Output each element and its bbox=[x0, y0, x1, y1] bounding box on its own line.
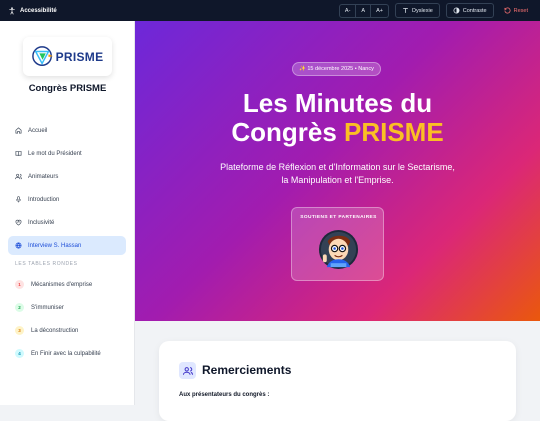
sponsors-card[interactable]: SOUTIENS ET PARTENAIRES bbox=[291, 207, 384, 281]
font-decrease-button[interactable]: A- bbox=[340, 4, 357, 17]
globe-icon bbox=[15, 242, 22, 249]
reset-button[interactable]: Reset bbox=[500, 4, 532, 17]
hero-title-line1: Les Minutes du bbox=[242, 88, 433, 118]
round-table-item-1[interactable]: 1 Mécanismes d'emprise bbox=[8, 275, 126, 294]
dyslexia-button[interactable]: Dyslexie bbox=[394, 3, 440, 18]
contrast-label: Contraste bbox=[462, 7, 487, 14]
round-table-number: 2 bbox=[15, 303, 24, 312]
users-icon bbox=[15, 173, 22, 180]
sidebar-item-introduction[interactable]: Introduction bbox=[8, 190, 126, 209]
sidebar-item-label: Accueil bbox=[28, 127, 48, 134]
heart-handshake-icon bbox=[15, 219, 22, 226]
thanks-text: Aux présentateurs du congrès : bbox=[179, 392, 270, 398]
sidebar-item-accueil[interactable]: Accueil bbox=[8, 121, 126, 140]
sidebar-item-label: Inclusivité bbox=[28, 219, 55, 226]
sidebar: PRISME Congrès PRISME Accueil Le mot du … bbox=[0, 21, 135, 405]
font-size-group: A- A A+ bbox=[338, 3, 389, 18]
accessibility-title: Accessibilité bbox=[8, 6, 57, 15]
round-table-number: 3 bbox=[15, 326, 24, 335]
contrast-button[interactable]: Contraste bbox=[445, 3, 494, 18]
font-increase-button[interactable]: A+ bbox=[371, 5, 388, 17]
sponsors-label: SOUTIENS ET PARTENAIRES bbox=[300, 215, 377, 220]
round-tables-section-title: LES TABLES RONDES bbox=[15, 261, 78, 267]
round-table-item-2[interactable]: 2 S'immuniser bbox=[8, 298, 126, 317]
mic-icon bbox=[16, 196, 21, 203]
sidebar-item-inclusivite[interactable]: Inclusivité bbox=[8, 213, 126, 232]
hero-subtitle-line2: la Manipulation et l'Emprise. bbox=[281, 175, 394, 185]
round-table-item-3[interactable]: 3 La déconstruction bbox=[8, 321, 126, 340]
logo-text: PRISME bbox=[55, 49, 104, 64]
hero-banner: ✨ 15 décembre 2025 • Nancy Les Minutes d… bbox=[135, 21, 540, 321]
contrast-icon bbox=[453, 7, 460, 14]
round-table-label: Mécanismes d'emprise bbox=[31, 281, 93, 288]
accessibility-icon bbox=[9, 6, 15, 14]
main-content: ✨ 15 décembre 2025 • Nancy Les Minutes d… bbox=[135, 21, 540, 421]
reset-icon bbox=[504, 7, 511, 14]
accessibility-toolbar: Accessibilité A- A A+ Dyslexie Contraste… bbox=[0, 0, 540, 21]
text-icon bbox=[403, 8, 408, 13]
round-table-item-4[interactable]: 4 En Finir avec la culpabilité bbox=[8, 344, 126, 363]
hero-title: Les Minutes du Congrès PRISME bbox=[135, 89, 540, 147]
round-table-number: 1 bbox=[15, 280, 24, 289]
users-icon bbox=[179, 362, 196, 379]
book-icon bbox=[15, 151, 22, 156]
sidebar-item-label: Introduction bbox=[28, 196, 60, 203]
font-normal-button[interactable]: A bbox=[356, 4, 372, 17]
hero-subtitle: Plateforme de Réflexion et d'Information… bbox=[175, 161, 500, 187]
sidebar-item-interview-hassan[interactable]: Interview S. Hassan bbox=[8, 236, 126, 255]
prism-logo-icon bbox=[31, 45, 53, 66]
dyslexia-label: Dyslexie bbox=[411, 7, 433, 14]
hero-title-accent: PRISME bbox=[344, 117, 444, 147]
home-icon bbox=[15, 127, 22, 134]
conference-title: Congrès PRISME bbox=[28, 83, 107, 94]
round-table-label: En Finir avec la culpabilité bbox=[31, 350, 101, 357]
sidebar-item-label: Interview S. Hassan bbox=[28, 242, 82, 249]
sponsor-mascot-image bbox=[318, 229, 359, 270]
round-table-label: S'immuniser bbox=[31, 304, 64, 311]
sidebar-nav: Accueil Le mot du Président Animateurs I… bbox=[8, 121, 126, 367]
sidebar-item-label: Le mot du Président bbox=[28, 150, 82, 157]
prisme-logo[interactable]: PRISME bbox=[23, 37, 112, 76]
accessibility-label: Accessibilité bbox=[20, 7, 57, 14]
thanks-title: Remerciements bbox=[202, 363, 292, 377]
sidebar-item-president[interactable]: Le mot du Président bbox=[8, 144, 126, 163]
reset-label: Reset bbox=[513, 7, 528, 14]
date-badge: ✨ 15 décembre 2025 • Nancy bbox=[292, 62, 381, 76]
hero-title-line2: Congrès bbox=[231, 117, 344, 147]
sidebar-item-label: Animateurs bbox=[28, 173, 59, 180]
hero-subtitle-line1: Plateforme de Réflexion et d'Information… bbox=[220, 162, 455, 172]
sidebar-item-animateurs[interactable]: Animateurs bbox=[8, 167, 126, 186]
round-table-label: La déconstruction bbox=[31, 327, 79, 334]
round-table-number: 4 bbox=[15, 349, 24, 358]
thanks-card: Remerciements Aux présentateurs du congr… bbox=[159, 341, 516, 421]
